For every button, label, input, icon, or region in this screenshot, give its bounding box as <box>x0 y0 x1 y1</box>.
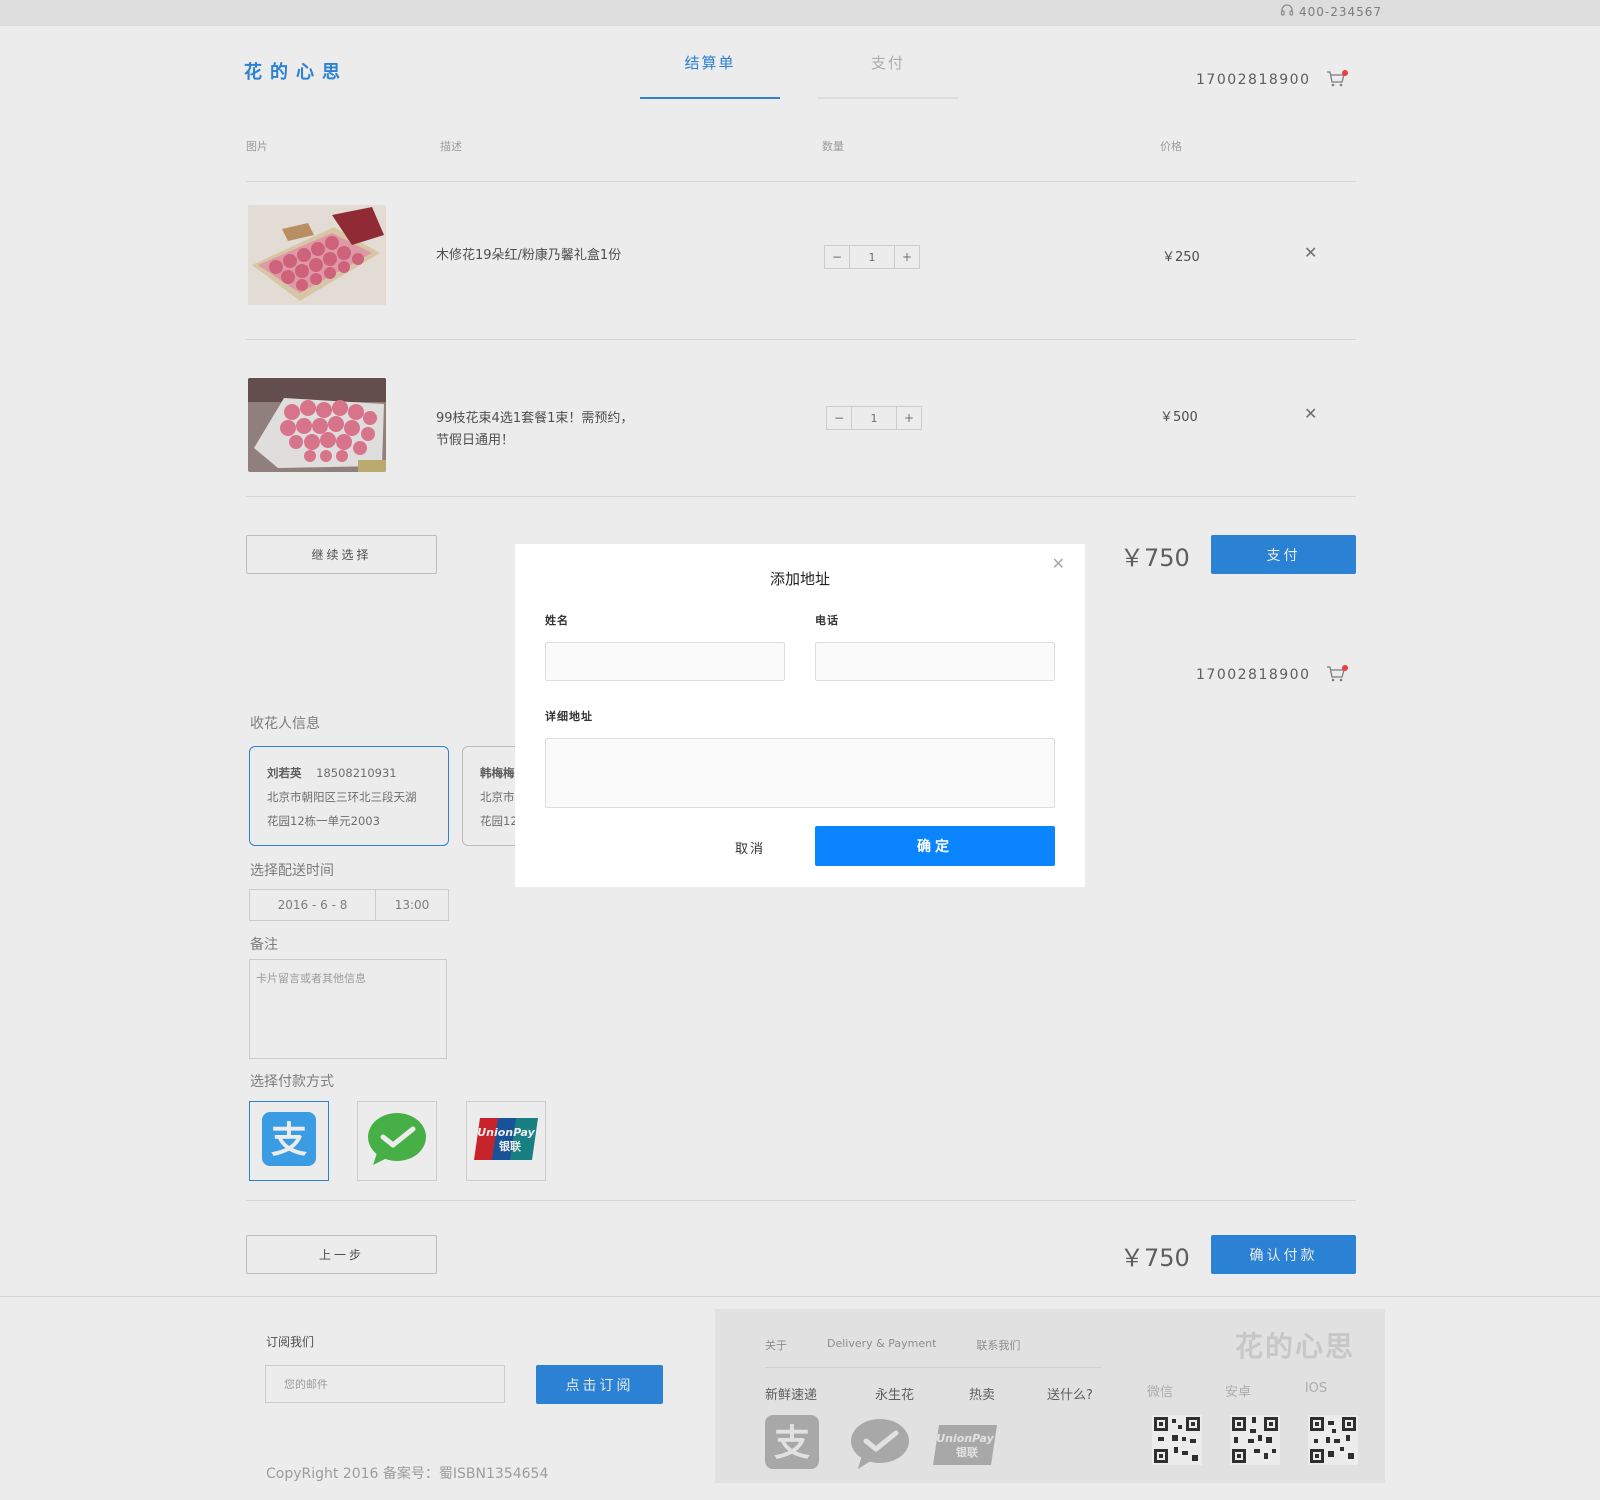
phone-label: 电话 <box>815 614 839 627</box>
name-input[interactable] <box>545 642 785 681</box>
add-address-modal: ✕ 添加地址 姓名 电话 详细地址 取消 确定 <box>515 544 1085 887</box>
phone-input[interactable] <box>815 642 1055 681</box>
address-textarea[interactable] <box>545 738 1055 808</box>
address-label: 详细地址 <box>545 710 593 723</box>
cancel-button[interactable]: 取消 <box>735 838 765 857</box>
name-label: 姓名 <box>545 614 569 627</box>
modal-title: 添加地址 <box>769 570 830 588</box>
confirm-button[interactable]: 确定 <box>815 826 1055 866</box>
